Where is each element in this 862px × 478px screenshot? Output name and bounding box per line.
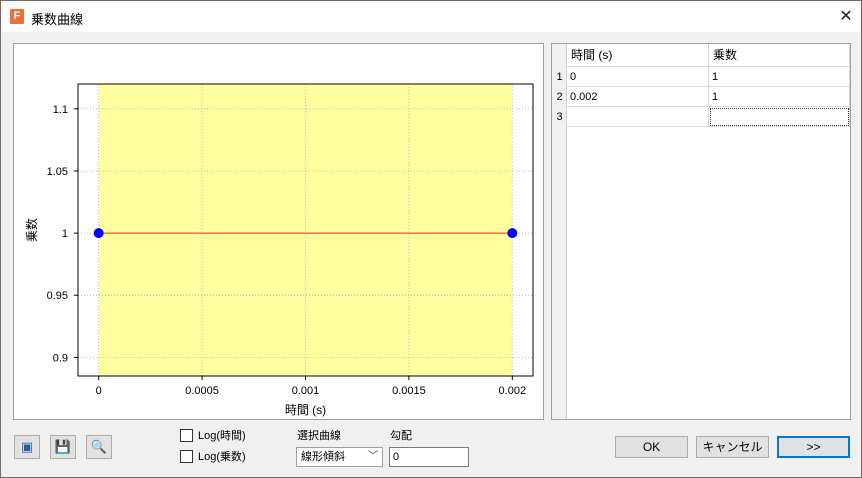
log-multiplier-option[interactable]: Log(乗数)	[180, 448, 246, 464]
reset-view-button[interactable]: ▣	[14, 435, 40, 459]
y-tick-label: 1.05	[47, 166, 68, 178]
log-time-option[interactable]: Log(時間)	[180, 427, 246, 443]
y-tick-label: 1.1	[53, 104, 68, 116]
data-point	[507, 228, 518, 239]
highlight-region	[98, 84, 513, 376]
column-header-time[interactable]: 時間 (s)	[567, 44, 709, 67]
plot-panel[interactable]: 0 0.0005 0.001 0.0015 0.002 1.1 1.05 1 0.95 0.9 時間…	[13, 43, 544, 420]
app-icon: F	[10, 9, 24, 24]
data-point	[93, 228, 104, 239]
log-time-checkbox[interactable]	[180, 428, 193, 442]
x-tick-label: 0.001	[292, 385, 320, 397]
log-multiplier-label: Log(乗数)	[198, 451, 246, 463]
title-bar: F 乗数曲線 ✕	[1, 1, 861, 32]
zoom-button[interactable]: 🔍	[86, 435, 112, 459]
x-tick-label: 0.0015	[392, 385, 426, 397]
x-tick-label: 0.002	[499, 385, 527, 397]
y-axis-label: 乗数	[24, 218, 39, 242]
row-number[interactable]: 2	[552, 87, 567, 107]
y-tick-label: 1	[62, 228, 68, 240]
cell-multiplier[interactable]: 1	[709, 67, 850, 87]
zoom-icon: 🔍	[90, 439, 108, 454]
y-tick-label: 0.9	[53, 352, 68, 364]
x-axis-label: 時間 (s)	[285, 403, 326, 417]
dialog-window: F 乗数曲線 ✕ 0 0.0005 0.001 0.0015 0.002 1.1 1.05 1…	[0, 0, 862, 478]
cell-multiplier[interactable]: 1	[709, 87, 850, 107]
multiplier-chart[interactable]: 0 0.0005 0.001 0.0015 0.002 1.1 1.05 1 0.95 0.9 時間…	[14, 44, 543, 419]
x-tick-label: 0.0005	[185, 385, 219, 397]
slope-label: 勾配	[390, 430, 412, 442]
row-number[interactable]: 1	[552, 67, 567, 87]
curve-select-value: 線形傾斜	[301, 451, 345, 463]
close-button[interactable]: ✕	[831, 1, 861, 32]
slope-input[interactable]: 0	[389, 447, 469, 467]
log-time-label: Log(時間)	[198, 430, 246, 442]
y-tick-label: 0.95	[47, 290, 68, 302]
save-icon: 💾	[54, 439, 72, 454]
cell-time[interactable]	[567, 107, 709, 127]
reset-icon: ▣	[20, 439, 34, 454]
expand-button[interactable]: >>	[777, 436, 850, 458]
cell-time[interactable]: 0.002	[567, 87, 709, 107]
window-title: 乗数曲線	[31, 12, 84, 27]
cell-time[interactable]: 0	[567, 67, 709, 87]
x-tick-label: 0	[96, 385, 102, 397]
column-header-multiplier[interactable]: 乗数	[709, 44, 850, 67]
ok-button[interactable]: OK	[615, 436, 688, 458]
curve-select[interactable]: 線形傾斜 ﹀	[296, 447, 383, 467]
close-icon: ✕	[839, 8, 853, 25]
data-grid[interactable]: 時間 (s) 乗数 1 0 1 2 0.002 1 3	[551, 43, 851, 420]
cell-multiplier[interactable]	[709, 107, 850, 127]
row-number[interactable]: 3	[552, 107, 567, 127]
curve-select-label: 選択曲線	[297, 430, 341, 442]
chevron-down-icon: ﹀	[368, 451, 378, 462]
save-button[interactable]: 💾	[50, 435, 76, 459]
log-multiplier-checkbox[interactable]	[180, 449, 193, 463]
cancel-button[interactable]: キャンセル	[696, 436, 769, 458]
